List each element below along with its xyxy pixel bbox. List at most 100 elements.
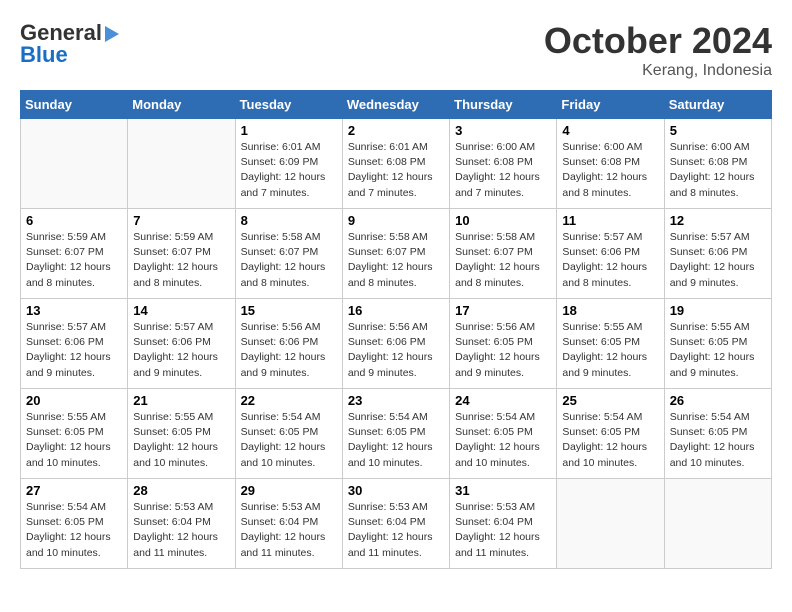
month-title: October 2024 — [544, 20, 772, 62]
day-number: 15 — [241, 303, 337, 318]
calendar-day-cell — [557, 479, 664, 569]
day-info: Sunrise: 6:01 AMSunset: 6:08 PMDaylight:… — [348, 140, 444, 201]
day-number: 12 — [670, 213, 766, 228]
day-number: 31 — [455, 483, 551, 498]
calendar-day-cell: 15 Sunrise: 5:56 AMSunset: 6:06 PMDayligh… — [235, 299, 342, 389]
calendar-day-cell: 4 Sunrise: 6:00 AMSunset: 6:08 PMDaylight… — [557, 119, 664, 209]
day-number: 9 — [348, 213, 444, 228]
calendar-day-cell: 23 Sunrise: 5:54 AMSunset: 6:05 PMDayligh… — [342, 389, 449, 479]
day-info: Sunrise: 5:53 AMSunset: 6:04 PMDaylight:… — [133, 500, 229, 561]
day-info: Sunrise: 5:54 AMSunset: 6:05 PMDaylight:… — [455, 410, 551, 471]
day-info: Sunrise: 5:55 AMSunset: 6:05 PMDaylight:… — [562, 320, 658, 381]
day-info: Sunrise: 5:54 AMSunset: 6:05 PMDaylight:… — [26, 500, 122, 561]
day-info: Sunrise: 5:59 AMSunset: 6:07 PMDaylight:… — [26, 230, 122, 291]
calendar-day-cell — [128, 119, 235, 209]
calendar-day-cell — [664, 479, 771, 569]
calendar-day-cell: 22Sunrise: 5:54 AMSunset: 6:05 PMDayligh… — [235, 389, 342, 479]
day-info: Sunrise: 5:58 AMSunset: 6:07 PMDaylight:… — [455, 230, 551, 291]
calendar-day-cell: 26 Sunrise: 5:54 AMSunset: 6:05 PMDayligh… — [664, 389, 771, 479]
calendar-day-cell: 21 Sunrise: 5:55 AMSunset: 6:05 PMDayligh… — [128, 389, 235, 479]
calendar-day-cell: 14 Sunrise: 5:57 AMSunset: 6:06 PMDayligh… — [128, 299, 235, 389]
day-info: Sunrise: 5:56 AMSunset: 6:05 PMDaylight:… — [455, 320, 551, 381]
day-info: Sunrise: 5:54 AMSunset: 6:05 PMDaylight:… — [348, 410, 444, 471]
calendar-table: SundayMondayTuesdayWednesdayThursdayFrid… — [20, 90, 772, 569]
day-info: Sunrise: 5:55 AMSunset: 6:05 PMDaylight:… — [133, 410, 229, 471]
day-number: 4 — [562, 123, 658, 138]
day-number: 5 — [670, 123, 766, 138]
day-number: 19 — [670, 303, 766, 318]
weekday-header: Tuesday — [235, 91, 342, 119]
day-number: 24 — [455, 393, 551, 408]
calendar-day-cell: 24 Sunrise: 5:54 AMSunset: 6:05 PMDayligh… — [450, 389, 557, 479]
calendar-week-row: 27 Sunrise: 5:54 AMSunset: 6:05 PMDayligh… — [21, 479, 772, 569]
calendar-day-cell: 27 Sunrise: 5:54 AMSunset: 6:05 PMDayligh… — [21, 479, 128, 569]
day-number: 26 — [670, 393, 766, 408]
calendar-day-cell: 2Sunrise: 6:01 AMSunset: 6:08 PMDaylight… — [342, 119, 449, 209]
day-number: 7 — [133, 213, 229, 228]
weekday-header: Monday — [128, 91, 235, 119]
calendar-day-cell: 12 Sunrise: 5:57 AMSunset: 6:06 PMDayligh… — [664, 209, 771, 299]
day-number: 27 — [26, 483, 122, 498]
day-number: 29 — [241, 483, 337, 498]
calendar-day-cell: 18 Sunrise: 5:55 AMSunset: 6:05 PMDayligh… — [557, 299, 664, 389]
weekday-header: Saturday — [664, 91, 771, 119]
day-number: 17 — [455, 303, 551, 318]
calendar-week-row: 13 Sunrise: 5:57 AMSunset: 6:06 PMDayligh… — [21, 299, 772, 389]
calendar-day-cell: 11Sunrise: 5:57 AMSunset: 6:06 PMDayligh… — [557, 209, 664, 299]
day-info: Sunrise: 5:57 AMSunset: 6:06 PMDaylight:… — [26, 320, 122, 381]
calendar-day-cell: 31 Sunrise: 5:53 AMSunset: 6:04 PMDayligh… — [450, 479, 557, 569]
logo-arrow-icon — [105, 26, 119, 42]
day-info: Sunrise: 5:58 AMSunset: 6:07 PMDaylight:… — [348, 230, 444, 291]
logo-blue: Blue — [20, 42, 68, 68]
day-number: 3 — [455, 123, 551, 138]
day-number: 8 — [241, 213, 337, 228]
calendar-day-cell: 20 Sunrise: 5:55 AMSunset: 6:05 PMDayligh… — [21, 389, 128, 479]
title-block: October 2024 Kerang, Indonesia — [544, 20, 772, 80]
day-info: Sunrise: 5:57 AMSunset: 6:06 PMDaylight:… — [133, 320, 229, 381]
day-number: 13 — [26, 303, 122, 318]
day-info: Sunrise: 6:00 AMSunset: 6:08 PMDaylight:… — [455, 140, 551, 201]
page-header: General Blue October 2024 Kerang, Indone… — [20, 20, 772, 80]
day-info: Sunrise: 5:57 AMSunset: 6:06 PMDaylight:… — [670, 230, 766, 291]
calendar-header-row: SundayMondayTuesdayWednesdayThursdayFrid… — [21, 91, 772, 119]
day-info: Sunrise: 5:57 AMSunset: 6:06 PMDaylight:… — [562, 230, 658, 291]
weekday-header: Wednesday — [342, 91, 449, 119]
day-info: Sunrise: 5:53 AMSunset: 6:04 PMDaylight:… — [241, 500, 337, 561]
calendar-week-row: 20 Sunrise: 5:55 AMSunset: 6:05 PMDayligh… — [21, 389, 772, 479]
calendar-day-cell: 6 Sunrise: 5:59 AMSunset: 6:07 PMDaylight… — [21, 209, 128, 299]
day-number: 28 — [133, 483, 229, 498]
calendar-day-cell: 3 Sunrise: 6:00 AMSunset: 6:08 PMDaylight… — [450, 119, 557, 209]
day-number: 21 — [133, 393, 229, 408]
day-info: Sunrise: 5:56 AMSunset: 6:06 PMDaylight:… — [241, 320, 337, 381]
day-number: 20 — [26, 393, 122, 408]
day-info: Sunrise: 5:53 AMSunset: 6:04 PMDaylight:… — [455, 500, 551, 561]
calendar-day-cell: 16Sunrise: 5:56 AMSunset: 6:06 PMDayligh… — [342, 299, 449, 389]
day-info: Sunrise: 5:54 AMSunset: 6:05 PMDaylight:… — [670, 410, 766, 471]
calendar-day-cell: 13 Sunrise: 5:57 AMSunset: 6:06 PMDayligh… — [21, 299, 128, 389]
calendar-week-row: 6 Sunrise: 5:59 AMSunset: 6:07 PMDaylight… — [21, 209, 772, 299]
weekday-header: Thursday — [450, 91, 557, 119]
day-number: 1 — [241, 123, 337, 138]
day-info: Sunrise: 5:59 AMSunset: 6:07 PMDaylight:… — [133, 230, 229, 291]
day-number: 14 — [133, 303, 229, 318]
day-number: 18 — [562, 303, 658, 318]
calendar-day-cell: 7 Sunrise: 5:59 AMSunset: 6:07 PMDaylight… — [128, 209, 235, 299]
day-info: Sunrise: 6:00 AMSunset: 6:08 PMDaylight:… — [670, 140, 766, 201]
weekday-header: Sunday — [21, 91, 128, 119]
calendar-week-row: 1Sunrise: 6:01 AMSunset: 6:09 PMDaylight… — [21, 119, 772, 209]
day-number: 23 — [348, 393, 444, 408]
calendar-day-cell: 9 Sunrise: 5:58 AMSunset: 6:07 PMDaylight… — [342, 209, 449, 299]
logo: General Blue — [20, 20, 119, 68]
day-number: 25 — [562, 393, 658, 408]
day-number: 30 — [348, 483, 444, 498]
weekday-header: Friday — [557, 91, 664, 119]
day-info: Sunrise: 5:53 AMSunset: 6:04 PMDaylight:… — [348, 500, 444, 561]
location: Kerang, Indonesia — [544, 62, 772, 80]
day-info: Sunrise: 5:54 AMSunset: 6:05 PMDaylight:… — [241, 410, 337, 471]
calendar-day-cell: 1Sunrise: 6:01 AMSunset: 6:09 PMDaylight… — [235, 119, 342, 209]
day-number: 6 — [26, 213, 122, 228]
day-number: 16 — [348, 303, 444, 318]
day-info: Sunrise: 6:00 AMSunset: 6:08 PMDaylight:… — [562, 140, 658, 201]
day-info: Sunrise: 5:55 AMSunset: 6:05 PMDaylight:… — [670, 320, 766, 381]
day-info: Sunrise: 5:55 AMSunset: 6:05 PMDaylight:… — [26, 410, 122, 471]
